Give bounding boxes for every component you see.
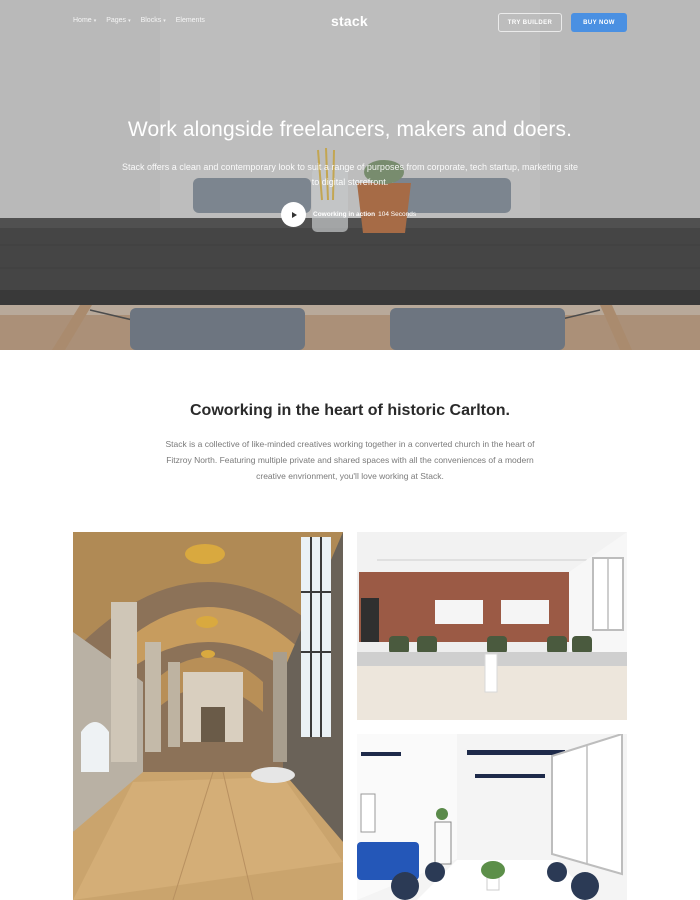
nav-home[interactable]: Home ▾	[73, 17, 96, 24]
logo[interactable]: stack	[331, 13, 368, 29]
chevron-down-icon: ▾	[163, 17, 166, 24]
chevron-down-icon: ▾	[128, 17, 131, 24]
hero-title: Work alongside freelancers, makers and d…	[127, 118, 573, 141]
video-label: Coworking in action 104 Seconds	[313, 211, 417, 218]
buy-now-button[interactable]: BUY NOW	[571, 13, 627, 32]
gallery-photo-meeting-room	[357, 532, 627, 720]
try-builder-button[interactable]: TRY BUILDER	[498, 13, 562, 32]
nav-elements[interactable]: Elements	[176, 17, 205, 24]
nav-blocks[interactable]: Blocks ▾	[141, 17, 166, 24]
video-duration: 104 Seconds	[378, 211, 417, 218]
hero-subtitle: Stack offers a clean and contemporary lo…	[121, 162, 579, 187]
nav-pages[interactable]: Pages ▾	[106, 17, 130, 24]
play-icon	[292, 211, 297, 218]
section-title: Coworking in the heart of historic Carlt…	[189, 402, 510, 419]
hero-section: Home ▾ Pages ▾ Blocks ▾ Elements stack TRY …	[0, 0, 700, 350]
top-navigation: Home ▾ Pages ▾ Blocks ▾ Elements stack TRY …	[0, 0, 700, 44]
nav-links: Home ▾ Pages ▾ Blocks ▾ Elements	[73, 17, 205, 24]
gallery-photo-hallway	[73, 532, 343, 900]
play-button[interactable]	[281, 202, 306, 227]
chevron-down-icon: ▾	[93, 17, 97, 24]
video-play-control[interactable]: Coworking in action 104 Seconds	[281, 202, 416, 227]
gallery-photo-office	[357, 734, 627, 900]
section-text: Stack is a collective of like-minded cre…	[165, 439, 535, 481]
